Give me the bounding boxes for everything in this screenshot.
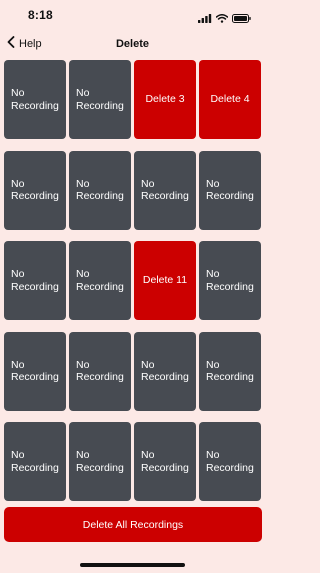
empty-recording-slot[interactable]: No Recording bbox=[199, 241, 261, 320]
tile-label: No Recording bbox=[206, 268, 254, 293]
tile-label-line: Recording bbox=[141, 461, 189, 474]
tile-label: No Recording bbox=[11, 87, 59, 112]
empty-recording-slot[interactable]: No Recording bbox=[4, 422, 66, 501]
cellular-signal-icon bbox=[198, 10, 212, 28]
tile-label-line: No bbox=[11, 449, 25, 461]
delete-recording-button[interactable]: Delete 4 bbox=[199, 60, 261, 139]
tile-label-line: Recording bbox=[76, 461, 124, 474]
empty-recording-slot[interactable]: No Recording bbox=[199, 422, 261, 501]
status-bar: 8:18 bbox=[0, 0, 265, 30]
home-indicator bbox=[80, 563, 185, 567]
tile-label-line: Recording bbox=[76, 190, 124, 202]
tile-label: No Recording bbox=[11, 178, 59, 203]
tile-label-line: No bbox=[76, 449, 90, 461]
tile-label-line: Recording bbox=[11, 190, 59, 202]
tile-label: No Recording bbox=[141, 178, 189, 203]
tile-label: Delete 4 bbox=[210, 93, 249, 106]
tile-label-line: No bbox=[76, 177, 90, 190]
tile-label: No Recording bbox=[11, 359, 59, 384]
empty-recording-slot[interactable]: No Recording bbox=[69, 60, 131, 139]
wifi-icon bbox=[215, 10, 229, 28]
delete-recording-button[interactable]: Delete 3 bbox=[134, 60, 196, 139]
empty-recording-slot[interactable]: No Recording bbox=[69, 241, 131, 320]
empty-recording-slot[interactable]: No Recording bbox=[69, 331, 131, 411]
recording-grid: No Recording No Recording Delete 3 Delete 4 No… bbox=[4, 60, 262, 501]
tile-label-line: Recording bbox=[11, 371, 59, 383]
tile-label-line: Delete 11 bbox=[142, 274, 188, 287]
tile-label-line: No bbox=[11, 87, 25, 99]
empty-recording-slot[interactable]: No Recording bbox=[199, 150, 261, 230]
tile-label-line: No bbox=[76, 87, 90, 99]
tile-label: No Recording bbox=[206, 359, 254, 384]
tile-label-line: Recording bbox=[141, 371, 189, 383]
tile-label: No Recording bbox=[141, 359, 189, 384]
tile-label-line: No bbox=[76, 268, 90, 280]
tile-label-line: Recording bbox=[206, 461, 254, 474]
delete-recording-button[interactable]: Delete 11 bbox=[134, 241, 196, 320]
empty-recording-slot[interactable]: No Recording bbox=[4, 150, 66, 230]
tile-label: No Recording bbox=[11, 268, 59, 293]
tile-label: No Recording bbox=[206, 449, 254, 474]
tile-label-line: Recording bbox=[206, 371, 254, 383]
tile-label-line: Recording bbox=[11, 280, 59, 293]
tile-label-line: No bbox=[206, 358, 220, 371]
tile-label-line: Recording bbox=[141, 190, 189, 202]
battery-icon bbox=[232, 10, 251, 28]
tile-label-line: Recording bbox=[76, 99, 124, 112]
tile-label-line: No bbox=[141, 449, 155, 461]
tile-label-line: No bbox=[141, 358, 155, 371]
status-time: 8:18 bbox=[28, 8, 53, 22]
tile-label-line: Delete 4 bbox=[210, 93, 250, 106]
tile-label-line: No bbox=[141, 177, 155, 190]
empty-recording-slot[interactable]: No Recording bbox=[4, 331, 66, 411]
tile-label-line: No bbox=[206, 268, 220, 280]
page-title: Delete bbox=[115, 38, 150, 50]
tile-label: No Recording bbox=[76, 359, 124, 384]
tile-label-line: Recording bbox=[11, 461, 59, 474]
tile-label: Delete 11 bbox=[143, 274, 187, 287]
tile-label: Delete 3 bbox=[145, 93, 184, 106]
status-icons bbox=[198, 10, 251, 28]
tile-label: No Recording bbox=[76, 449, 124, 474]
empty-recording-slot[interactable]: No Recording bbox=[69, 422, 131, 501]
empty-recording-slot[interactable]: No Recording bbox=[199, 331, 261, 411]
empty-recording-slot[interactable]: No Recording bbox=[134, 331, 196, 411]
tile-label-line: Recording bbox=[11, 99, 59, 112]
empty-recording-slot[interactable]: No Recording bbox=[69, 150, 131, 230]
tile-label: No Recording bbox=[76, 268, 124, 293]
tile-label: No Recording bbox=[206, 178, 254, 203]
tile-label-line: No bbox=[11, 268, 25, 280]
tile-label-line: No bbox=[11, 358, 25, 371]
tile-label-line: No bbox=[76, 358, 90, 371]
tile-label-line: No bbox=[206, 177, 220, 190]
tile-label-line: No bbox=[11, 177, 25, 190]
empty-recording-slot[interactable]: No Recording bbox=[4, 241, 66, 320]
tile-label-line: Recording bbox=[76, 280, 124, 293]
tile-label: No Recording bbox=[141, 449, 189, 474]
navigation-bar: Help Delete bbox=[0, 30, 265, 58]
empty-recording-slot[interactable]: No Recording bbox=[134, 422, 196, 501]
tile-label-line: Recording bbox=[206, 190, 254, 202]
delete-all-button[interactable]: Delete All Recordings bbox=[4, 507, 262, 542]
tile-label: No Recording bbox=[76, 87, 124, 112]
tile-label-line: No bbox=[206, 449, 220, 461]
empty-recording-slot[interactable]: No Recording bbox=[134, 150, 196, 230]
tile-label: No Recording bbox=[11, 449, 59, 474]
tile-label-line: Delete 3 bbox=[145, 93, 185, 106]
tile-label: No Recording bbox=[76, 178, 124, 203]
tile-label-line: Recording bbox=[206, 280, 254, 293]
tile-label-line: Recording bbox=[76, 371, 124, 383]
empty-recording-slot[interactable]: No Recording bbox=[4, 60, 66, 139]
